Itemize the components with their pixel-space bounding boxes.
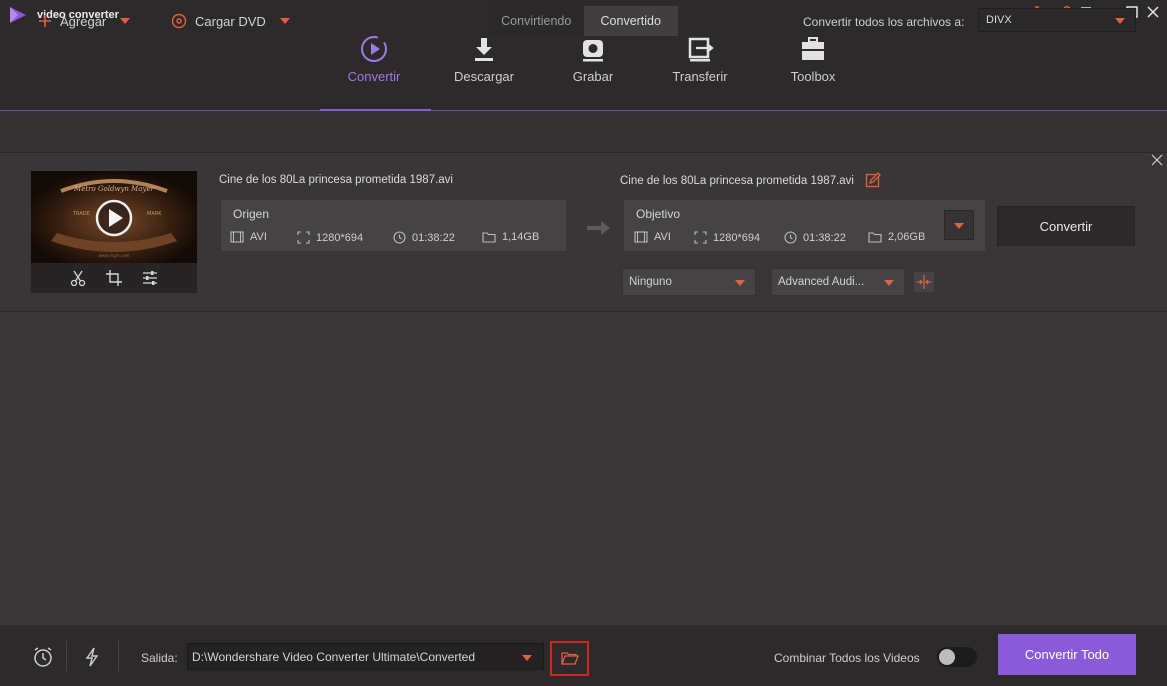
target-duration-value: 01:38:22 — [803, 231, 846, 244]
transfer-icon — [688, 37, 714, 62]
chevron-down-icon — [735, 280, 745, 286]
arrow-right-icon — [587, 221, 610, 235]
toolbox-icon — [802, 37, 824, 60]
app-logo-icon — [10, 7, 26, 23]
add-files-button[interactable]: Agregar — [38, 11, 131, 31]
film-icon — [634, 231, 648, 243]
output-format-value: DIVX — [986, 14, 1012, 26]
tab-transferir[interactable]: Transferir — [645, 30, 755, 111]
divider — [66, 641, 67, 671]
chevron-down-icon — [954, 223, 964, 229]
target-format-value: AVI — [654, 231, 671, 243]
effects-sliders-icon[interactable] — [141, 269, 159, 287]
tab-convertir-label: Convertir — [347, 69, 401, 84]
target-format: AVI — [634, 231, 671, 243]
chevron-down-icon[interactable] — [120, 18, 131, 24]
target-duration: 01:38:22 — [784, 231, 846, 244]
burn-disc-icon — [583, 40, 603, 62]
tab-grabar-label: Grabar — [572, 69, 614, 84]
folder-icon — [868, 232, 882, 243]
source-duration: 01:38:22 — [393, 231, 455, 244]
load-dvd-label: Cargar DVD — [195, 13, 266, 29]
source-file-name: Cine de los 80La princesa prometida 1987… — [219, 174, 453, 186]
source-size-value: 1,14GB — [502, 231, 540, 243]
target-file-name: Cine de los 80La princesa prometida 1987… — [620, 175, 854, 187]
alarm-clock-icon[interactable] — [32, 646, 54, 668]
open-folder-icon — [561, 652, 579, 665]
source-format-value: AVI — [250, 231, 267, 243]
thumbnail-trade-text: TRADE — [72, 211, 90, 217]
close-icon[interactable] — [1145, 4, 1161, 20]
toggle-knob — [939, 649, 955, 665]
clock-icon — [784, 231, 797, 244]
thumbnail-mgm-text: Metro Goldwyn Mayer — [73, 185, 155, 193]
tab-descargar-label: Descargar — [454, 69, 514, 84]
download-icon — [475, 38, 493, 61]
lightning-icon[interactable] — [81, 646, 103, 668]
tab-descargar[interactable]: Descargar — [429, 30, 539, 111]
tab-toolbox-label: Toolbox — [790, 69, 836, 84]
film-icon — [230, 231, 244, 243]
merge-all-toggle[interactable] — [937, 647, 977, 667]
thumbnail-url-text: www.mgm.com — [99, 253, 130, 258]
dvd-icon — [171, 13, 187, 29]
resolution-icon — [694, 231, 707, 244]
folder-icon — [482, 232, 496, 243]
target-size: 2,06GB — [868, 231, 925, 243]
convert-all-button[interactable]: Convertir Todo — [998, 634, 1136, 675]
output-path-select[interactable]: D:\Wondershare Video Converter Ultimate\… — [187, 643, 544, 670]
chevron-down-icon[interactable] — [279, 18, 290, 24]
target-resolution-value: 1280*694 — [713, 231, 761, 244]
convert-all-to-label: Convertir todos los archivos a: — [803, 15, 965, 29]
chevron-down-icon — [522, 655, 532, 661]
source-format: AVI — [230, 231, 267, 243]
chevron-down-icon — [884, 280, 894, 286]
tab-grabar[interactable]: Grabar — [538, 30, 648, 111]
conversion-status-tabs: Convirtiendo Convertido — [489, 6, 678, 36]
video-thumbnail-image[interactable]: Metro Goldwyn Mayer TRADE MARK www.mgm.c… — [31, 171, 197, 263]
trim-scissors-icon[interactable] — [69, 269, 87, 287]
target-size-value: 2,06GB — [888, 231, 926, 243]
source-resolution-value: 1280*694 — [316, 231, 364, 244]
source-size: 1,14GB — [482, 231, 539, 243]
target-resolution: 1280*694 — [694, 231, 760, 244]
source-title: Origen — [233, 207, 270, 221]
edit-name-icon[interactable] — [865, 172, 881, 188]
source-duration-value: 01:38:22 — [412, 231, 455, 244]
tab-transferir-label: Transferir — [672, 69, 728, 84]
load-dvd-button[interactable]: Cargar DVD — [171, 11, 290, 31]
subtitle-value: Ninguno — [629, 276, 672, 288]
convert-icon — [361, 36, 387, 62]
divider — [118, 641, 119, 671]
clock-icon — [393, 231, 406, 244]
split-merge-icon[interactable] — [914, 272, 934, 292]
tab-converting[interactable]: Convirtiendo — [489, 6, 584, 36]
audio-track-select[interactable]: Advanced Audi... — [771, 268, 905, 296]
output-path-value: D:\Wondershare Video Converter Ultimate\… — [192, 649, 476, 664]
plus-icon — [39, 15, 51, 27]
toolbar — [0, 111, 1167, 153]
tab-converted[interactable]: Convertido — [583, 6, 678, 36]
subtitle-select[interactable]: Ninguno — [622, 268, 756, 296]
resolution-icon — [297, 231, 310, 244]
source-resolution: 1280*694 — [297, 231, 363, 244]
thumbnail-mark-text: MARK — [147, 211, 162, 217]
remove-file-icon[interactable] — [1150, 154, 1164, 168]
target-settings-dropdown[interactable] — [944, 210, 974, 240]
merge-all-label: Combinar Todos los Videos — [774, 651, 920, 665]
video-edit-toolbar — [31, 263, 197, 293]
target-info-panel: Objetivo AVI 1280*694 01:38:22 2,06GB — [624, 200, 985, 251]
output-format-select[interactable]: DIVX — [978, 8, 1136, 32]
output-label: Salida: — [141, 651, 178, 665]
convert-button[interactable]: Convertir — [997, 206, 1135, 246]
tab-convertir[interactable]: Convertir — [319, 30, 429, 111]
tab-toolbox[interactable]: Toolbox — [758, 30, 868, 111]
chevron-down-icon — [1115, 18, 1125, 24]
open-output-folder-button[interactable] — [550, 641, 589, 676]
audio-track-value: Advanced Audi... — [778, 276, 865, 288]
source-info-panel: Origen AVI 1280*694 01:38:22 1,14GB — [221, 200, 566, 251]
crop-icon[interactable] — [105, 269, 123, 287]
target-title: Objetivo — [636, 207, 681, 221]
add-files-label: Agregar — [60, 13, 107, 29]
